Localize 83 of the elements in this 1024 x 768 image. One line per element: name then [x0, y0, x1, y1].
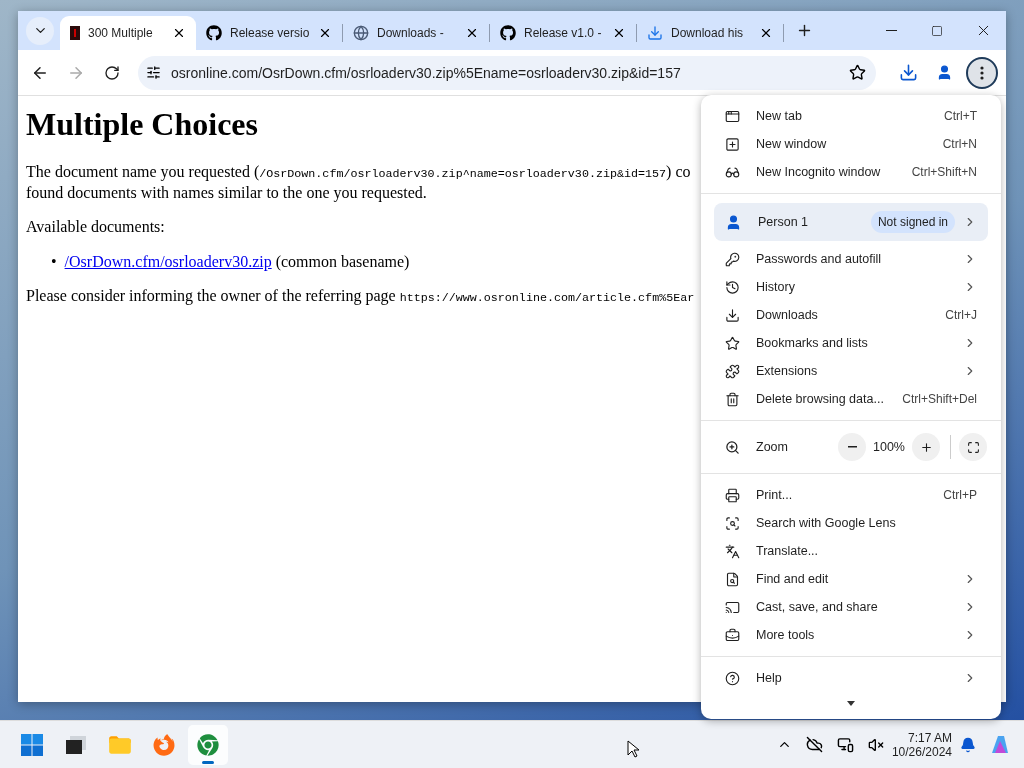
history-icon: [725, 279, 740, 295]
key-icon: [725, 251, 740, 267]
zoom-out-button[interactable]: [838, 433, 866, 461]
plus-icon: [919, 440, 933, 454]
menu-button[interactable]: [966, 56, 998, 89]
toolbox-icon: [725, 627, 740, 643]
menu-item[interactable]: Downloads Ctrl+J: [701, 301, 1001, 329]
menu-item[interactable]: Cast, save, and share: [701, 593, 1001, 621]
close-icon[interactable]: [612, 26, 626, 40]
close-icon[interactable]: [318, 26, 332, 40]
zoom-value: 100%: [872, 440, 906, 454]
mouse-cursor-icon: [627, 739, 639, 758]
menu-item[interactable]: History: [701, 273, 1001, 301]
menu-item[interactable]: Find and edit: [701, 565, 1001, 593]
menu-item[interactable]: Print... Ctrl+P: [701, 481, 1001, 509]
document-note: (common basename): [275, 252, 410, 270]
browser-tab[interactable]: Download his: [637, 16, 783, 50]
more-vertical-icon: [980, 65, 984, 80]
find-icon: [725, 571, 740, 587]
browser-tab[interactable]: Release versio: [196, 16, 342, 50]
cast-icon: [725, 599, 740, 615]
star-icon: [725, 335, 740, 351]
printer-icon: [725, 487, 740, 503]
translate-icon: [725, 543, 740, 559]
menu-item[interactable]: More tools: [701, 621, 1001, 649]
tab-icon: [725, 108, 740, 124]
menu-item[interactable]: Search with Google Lens: [701, 509, 1001, 537]
page-heading: Multiple Choices: [26, 106, 258, 143]
list-bullet: •: [51, 252, 57, 270]
menu-item[interactable]: Passwords and autofill: [701, 245, 1001, 273]
zoom-icon: [725, 439, 740, 455]
task-view-icon: [66, 735, 86, 754]
referrer-text: Please consider informing the owner of the referring page https://www.osronline.com/article.cfm%5Ear: [26, 286, 695, 307]
network-icon[interactable]: [836, 736, 854, 753]
address-bar[interactable]: osronline.com/OsrDown.cfm/osrloaderv30.zip%5Ename=osrloaderv30.zip&id=157: [138, 55, 876, 90]
chrome-icon: [197, 733, 219, 756]
download-icon: [898, 63, 918, 82]
browser-tab[interactable]: Release v1.0 -: [490, 16, 636, 50]
reload-icon: [104, 64, 120, 81]
menu-item[interactable]: Bookmarks and lists: [701, 329, 1001, 357]
fullscreen-icon: [966, 440, 980, 454]
windows-logo-icon: [21, 733, 43, 756]
lens-icon: [725, 515, 740, 531]
close-icon[interactable]: [465, 26, 479, 40]
browser-tab[interactable]: Downloads -: [343, 16, 489, 50]
zoom-row: Zoom 100%: [701, 428, 1001, 466]
close-icon[interactable]: [172, 26, 186, 40]
profile-item[interactable]: Person 1 Not signed in: [714, 203, 988, 241]
bookmark-star-icon[interactable]: [849, 64, 866, 81]
fullscreen-button[interactable]: [959, 433, 987, 461]
clock[interactable]: 7:17 AM 10/26/2024: [891, 730, 952, 759]
github-icon: [206, 25, 222, 41]
close-icon[interactable]: [759, 26, 773, 40]
browser-tab[interactable]: 300 Multiple: [60, 16, 196, 50]
zoom-in-button[interactable]: [912, 433, 940, 461]
download-icon: [647, 25, 663, 41]
menu-item[interactable]: Translate...: [701, 537, 1001, 565]
puzzle-icon: [725, 363, 740, 379]
maximize-icon: [931, 24, 943, 37]
document-link[interactable]: /OsrDown.cfm/osrloaderv30.zip: [64, 252, 272, 270]
menu-item[interactable]: Delete browsing data... Ctrl+Shift+Del: [701, 385, 1001, 413]
page-favicon-icon: [70, 26, 80, 40]
menu-item[interactable]: New window Ctrl+N: [701, 130, 1001, 158]
minimize-icon: [885, 30, 897, 31]
help-icon: [725, 670, 740, 686]
bell-icon[interactable]: [960, 736, 976, 753]
fox-browser-icon: [153, 733, 175, 756]
volume-muted-icon[interactable]: [867, 736, 884, 753]
site-info-icon[interactable]: [146, 65, 161, 80]
intro-text: found documents with names similar to the one you requested.: [26, 183, 427, 202]
trash-icon: [725, 391, 740, 407]
available-label: Available documents:: [26, 218, 165, 237]
menu-item[interactable]: Extensions: [701, 357, 1001, 385]
menu-item[interactable]: New tab Ctrl+T: [701, 102, 1001, 130]
cloud-off-icon[interactable]: [805, 736, 823, 753]
minus-icon: [847, 446, 857, 448]
github-icon: [500, 25, 516, 41]
menu-item[interactable]: Help: [701, 664, 1001, 692]
person-icon: [725, 213, 742, 231]
sign-in-status: Not signed in: [870, 211, 955, 233]
download-icon: [725, 307, 740, 323]
menu-item[interactable]: New Incognito window Ctrl+Shift+N: [701, 158, 1001, 186]
window-plus-icon: [725, 136, 740, 152]
